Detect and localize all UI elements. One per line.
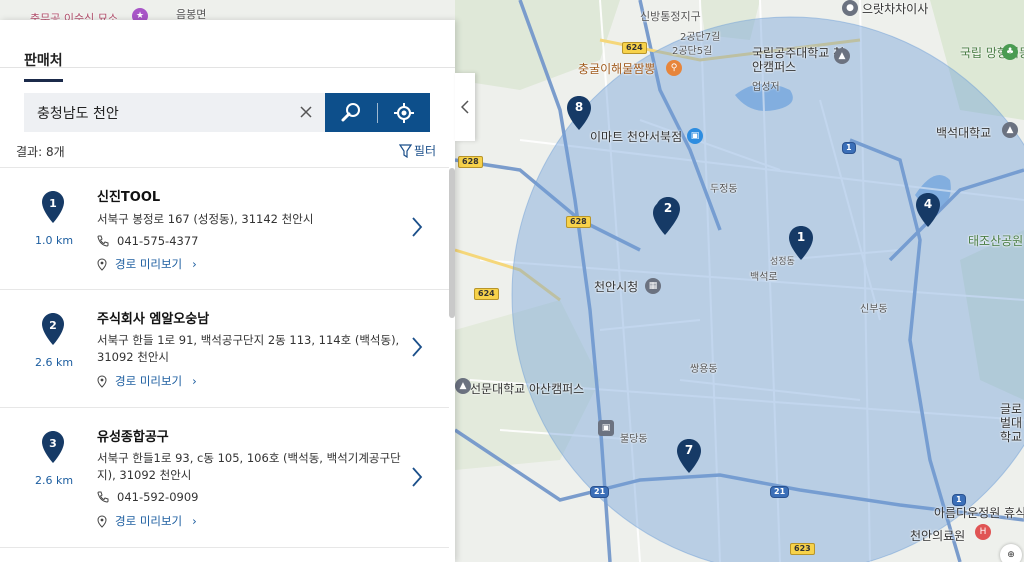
map-control-icon[interactable]: ⊕ — [1000, 544, 1022, 562]
pin-icon: 1 — [42, 191, 64, 223]
dealer-phone[interactable]: 041-575-4377 — [97, 234, 198, 248]
location-icon — [97, 374, 107, 388]
search-button[interactable] — [325, 93, 377, 132]
map-pin-4[interactable]: 4 — [915, 192, 941, 228]
result-list: 1 1.0 km 신진TOOL 서북구 봉정로 167 (성정동), 31142… — [0, 167, 449, 562]
shopping-icon: ▣ — [687, 128, 703, 144]
chevron-left-icon — [461, 100, 469, 114]
map-pin-1[interactable]: 1 — [788, 225, 814, 261]
filter-icon — [398, 143, 412, 158]
phone-icon — [97, 491, 109, 503]
map-label-sunmoon: 선문대학교 아산캠퍼스 — [470, 382, 585, 396]
road-shield: 624 — [622, 42, 647, 54]
route-preview-link[interactable]: 경로 미리보기 › — [97, 373, 197, 389]
location-icon — [97, 514, 107, 528]
locate-button[interactable] — [378, 93, 430, 132]
map-label-dong: 신부동 — [860, 304, 888, 315]
place-icon: ● — [842, 0, 858, 16]
map-pin-7[interactable]: 7 — [676, 438, 702, 474]
search-buttons — [325, 93, 430, 132]
search-icon — [341, 102, 360, 121]
chevron-right-icon[interactable] — [411, 336, 423, 358]
road-shield: 624 — [474, 288, 499, 300]
pin-icon: 2 — [42, 313, 64, 345]
svg-text:2: 2 — [49, 319, 57, 332]
chevron-right-icon: › — [192, 374, 197, 388]
route-preview-link[interactable]: 경로 미리보기 › — [97, 513, 197, 529]
dealer-name: 유성종합공구 — [97, 430, 169, 445]
dealer-name: 신진TOOL — [97, 190, 161, 205]
road-shield: 623 — [790, 543, 815, 555]
dealer-name: 주식회사 엠알오숭남 — [97, 312, 210, 327]
dealer-address: 서북구 봉정로 167 (성정동), 31142 천안시 — [97, 212, 314, 226]
crosshair-icon — [394, 102, 414, 123]
clear-icon[interactable] — [299, 105, 313, 119]
dealer-address: 서북구 한들1로 93, c동 105, 106호 (백석동, 백석기계공구단지… — [97, 451, 401, 482]
collapse-panel-button[interactable] — [455, 73, 475, 141]
restaurant-icon: ⚲ — [666, 60, 682, 76]
map-label-baekseok: 백석대학교 — [936, 126, 992, 140]
hospital-icon: H — [975, 524, 991, 540]
map-label-moving: 으랏차차이사 — [862, 2, 929, 16]
map-pin-8[interactable]: 8 — [566, 95, 592, 131]
scrollbar[interactable] — [449, 168, 455, 318]
map-label-emart: 이마트 천안서북점 — [590, 130, 683, 144]
chevron-right-icon[interactable] — [411, 216, 423, 238]
map-label-restaurant: 충굴이해물짬뽕 — [578, 62, 656, 76]
search-bar — [24, 93, 430, 132]
map-label-global: 글로벌대학교 — [1000, 402, 1023, 444]
panel-tabs: 판매처 — [0, 20, 455, 82]
list-item[interactable]: 3 2.6 km 유성종합공구 서북구 한들1로 93, c동 105, 106… — [0, 408, 449, 548]
school-icon: ▲ — [1002, 122, 1018, 138]
map-label-road: 2공단7길 — [680, 32, 721, 43]
road-shield: 21 — [590, 486, 610, 498]
tab-dealers[interactable]: 판매처 — [24, 50, 63, 82]
location-icon — [97, 257, 107, 271]
list-item[interactable]: 2 2.6 km 주식회사 엠알오숭남 서북구 한들 1로 91, 백석공구단지… — [0, 290, 449, 408]
distance: 2.6 km — [34, 474, 74, 487]
park-icon: ♣ — [1002, 44, 1018, 60]
result-count: 결과: 8개 — [16, 145, 65, 159]
distance: 1.0 km — [34, 234, 74, 247]
road-shield: 21 — [770, 486, 790, 498]
cityhall-icon: ▦ — [645, 278, 661, 294]
chevron-right-icon: › — [192, 514, 197, 528]
result-meta: 결과: 8개 필터 — [16, 143, 436, 160]
chevron-right-icon: › — [192, 257, 197, 271]
search-box — [24, 93, 325, 132]
road-shield: 628 — [566, 216, 591, 228]
map-label-reservoir: 업성저 — [752, 82, 780, 93]
map-label-road: 2공단5길 — [672, 46, 713, 57]
phone-icon — [97, 235, 109, 247]
map-label-road: 백석로 — [750, 272, 778, 283]
school-icon: ▲ — [455, 378, 471, 394]
school-icon: ▲ — [834, 48, 850, 64]
map-label-dong: 불당동 — [620, 434, 648, 445]
map-label-garden: 아름다운정원 휴식 — [934, 506, 1024, 520]
search-input[interactable] — [37, 104, 287, 121]
map-label-area: 신방통정지구 — [640, 10, 701, 23]
station-icon: ▣ — [598, 420, 614, 436]
list-item[interactable]: 1 1.0 km 신진TOOL 서북구 봉정로 167 (성정동), 31142… — [0, 168, 449, 290]
road-shield: 1 — [842, 142, 856, 154]
dealer-phone[interactable]: 041-592-0909 — [97, 490, 198, 504]
dealer-panel: 판매처 결과 — [0, 20, 455, 562]
road-shield: 628 — [458, 156, 483, 168]
map-label-dong: 두정동 — [710, 184, 738, 195]
svg-text:3: 3 — [49, 437, 57, 450]
distance: 2.6 km — [34, 356, 74, 369]
svg-text:1: 1 — [49, 197, 57, 210]
pin-icon: 3 — [42, 431, 64, 463]
road-shield: 1 — [952, 494, 966, 506]
map-pin-2[interactable]: 2 — [655, 196, 681, 232]
dealer-address: 서북구 한들 1로 91, 백석공구단지 2동 113, 114호 (백석동),… — [97, 333, 400, 364]
map-label-cityhall: 천안시청 — [594, 280, 639, 294]
map-label-hospital: 천안의료원 — [910, 529, 966, 543]
filter-button[interactable]: 필터 — [398, 142, 436, 159]
map-label-park: 태조산공원 — [968, 234, 1024, 248]
map-label-dong: 쌍용동 — [690, 364, 718, 375]
route-preview-link[interactable]: 경로 미리보기 › — [97, 256, 197, 272]
chevron-right-icon[interactable] — [411, 466, 423, 488]
